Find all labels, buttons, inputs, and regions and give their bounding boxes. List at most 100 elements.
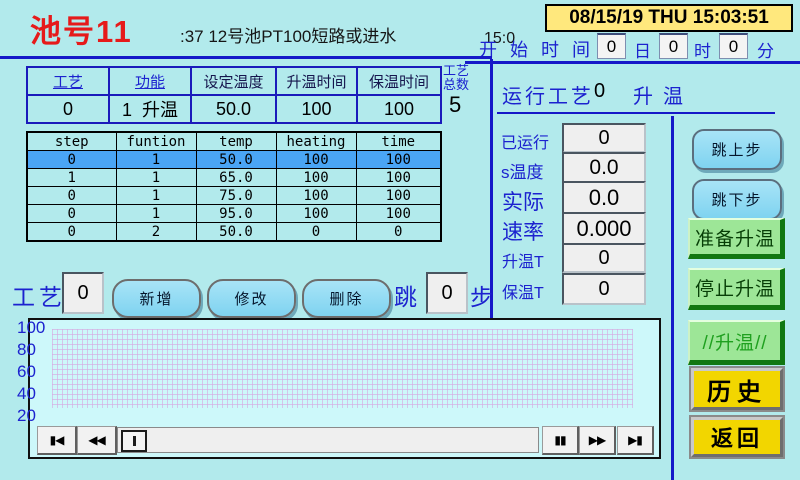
cell: 1 [116, 187, 196, 205]
craft-edit-input[interactable]: 0 [62, 272, 104, 314]
cell: 1 [27, 169, 116, 187]
cell: 0 [27, 223, 116, 242]
col-step: step [27, 132, 116, 151]
rate-value: 0.000 [562, 212, 646, 246]
y-tick-20: 20 [17, 406, 36, 426]
hold-t-label: 保温T [502, 279, 544, 303]
pool-number-title: 池号11 [30, 6, 133, 51]
heating-status-button[interactable]: //升温// [688, 320, 785, 365]
modify-button[interactable]: 修改 [207, 279, 296, 318]
y-tick-100: 100 [17, 318, 45, 338]
heat-time-value: 100 [276, 95, 357, 123]
start-day-input[interactable]: 0 [597, 33, 626, 59]
cell: 65.0 [196, 169, 276, 187]
scroll-first-button[interactable]: ▮◀ [37, 426, 77, 455]
jump-up-button[interactable]: 跳上步 [692, 129, 782, 170]
cell: 1 [116, 151, 196, 169]
step-row[interactable]: 0 1 75.0 100 100 [27, 187, 441, 205]
divider-top-right [465, 61, 800, 64]
cell: 1 [116, 169, 196, 187]
prepare-heating-button[interactable]: 准备升温 [688, 218, 785, 259]
col-heating: heating [276, 132, 356, 151]
jump-step-input[interactable]: 0 [426, 272, 468, 314]
start-hour-input[interactable]: 0 [659, 33, 688, 59]
cell: 95.0 [196, 205, 276, 223]
step-table: step funtion temp heating time 0 1 50.0 … [26, 131, 442, 242]
col-time: time [356, 132, 441, 151]
cell: 50.0 [196, 223, 276, 242]
run-craft-value: 0 [594, 80, 605, 103]
process-table-value-row[interactable]: 0 1 升温 50.0 100 100 [27, 95, 441, 123]
stop-heating-button[interactable]: 停止升温 [688, 268, 785, 310]
cell: 100 [276, 169, 356, 187]
hmi-screen: 池号11 :37 12号池PT100短路或进水 15:0 08/15/19 TH… [0, 0, 800, 480]
col-craft: 工艺 [27, 67, 109, 95]
cell: 1 [116, 205, 196, 223]
elapsed-label: 已运行 [501, 129, 549, 153]
run-craft-label: 运行工艺 [502, 80, 594, 109]
trend-chart: ▮◀ ◀◀ ▮▮ ▶▶ ▶▮ [28, 318, 661, 459]
step-row[interactable]: 0 2 50.0 0 0 [27, 223, 441, 242]
cell: 0 [276, 223, 356, 242]
col-funtion: funtion [116, 132, 196, 151]
cell: 100 [276, 205, 356, 223]
scroll-rewind-button[interactable]: ◀◀ [77, 426, 117, 455]
start-day-unit: 日 [634, 37, 651, 62]
col-temp: temp [196, 132, 276, 151]
step-row-selected[interactable]: 0 1 50.0 100 100 [27, 151, 441, 169]
craft-total-label-line2: 总数 [443, 78, 469, 92]
delete-button[interactable]: 删除 [302, 279, 391, 318]
chart-scrollbar[interactable] [117, 427, 539, 453]
history-button[interactable]: 历史 [691, 368, 783, 410]
step-row[interactable]: 1 1 65.0 100 100 [27, 169, 441, 187]
start-minute-input[interactable]: 0 [719, 33, 748, 59]
cell: 100 [356, 205, 441, 223]
datetime-display: 08/15/19 THU 15:03:51 [545, 4, 793, 32]
y-tick-60: 60 [17, 362, 36, 382]
scroll-forward-button[interactable]: ▶▶ [579, 426, 616, 455]
set-temp-value: 50.0 [191, 95, 276, 123]
process-table: 工艺 功能 设定温度 升温时间 保温时间 0 1 升温 50.0 100 100 [26, 66, 442, 124]
step-unit-label: 步 [470, 278, 493, 312]
divider-top-left [0, 56, 492, 59]
scroll-pause-button[interactable]: ▮▮ [542, 426, 579, 455]
step-table-header-row: step funtion temp heating time [27, 132, 441, 151]
heat-t-label: 升温T [502, 248, 544, 272]
cell: 100 [356, 151, 441, 169]
scroll-last-button[interactable]: ▶▮ [617, 426, 654, 455]
function-number: 1 [122, 100, 132, 120]
actual-label: 实际 [502, 186, 544, 216]
divider-vertical-buttons [671, 116, 674, 480]
cell: 75.0 [196, 187, 276, 205]
craft-total-label-line1: 工艺 [443, 64, 469, 78]
start-minute-unit: 分 [757, 37, 774, 62]
function-value: 1 升温 [109, 95, 191, 123]
actual-value: 0.0 [562, 181, 646, 214]
jump-label: 跳 [394, 278, 417, 312]
craft-total-label: 工艺 总数 [443, 64, 469, 92]
scrollbar-thumb-icon[interactable] [121, 430, 147, 452]
cell: 2 [116, 223, 196, 242]
jump-down-button[interactable]: 跳下步 [692, 179, 782, 220]
alarm-marquee-text: :37 12号池PT100短路或进水 [180, 22, 396, 47]
elapsed-value: 0 [562, 123, 646, 153]
y-tick-80: 80 [17, 340, 36, 360]
start-hour-unit: 时 [694, 37, 711, 62]
set-temp-display: 0.0 [562, 152, 646, 183]
cell: 0 [27, 151, 116, 169]
col-set-temp: 设定温度 [191, 67, 276, 95]
start-time-label: 开 始 时 间 : [479, 36, 612, 62]
cell: 0 [356, 223, 441, 242]
add-button[interactable]: 新增 [112, 279, 201, 318]
cell: 100 [356, 169, 441, 187]
step-row[interactable]: 0 1 95.0 100 100 [27, 205, 441, 223]
craft-total-value: 5 [449, 92, 461, 118]
col-hold-time: 保温时间 [357, 67, 441, 95]
y-tick-40: 40 [17, 384, 36, 404]
cell: 100 [356, 187, 441, 205]
back-button[interactable]: 返回 [691, 417, 783, 457]
hold-t-value: 0 [562, 273, 646, 305]
col-function: 功能 [109, 67, 191, 95]
run-craft-state: 升温 [633, 80, 693, 109]
craft-value: 0 [27, 95, 109, 123]
